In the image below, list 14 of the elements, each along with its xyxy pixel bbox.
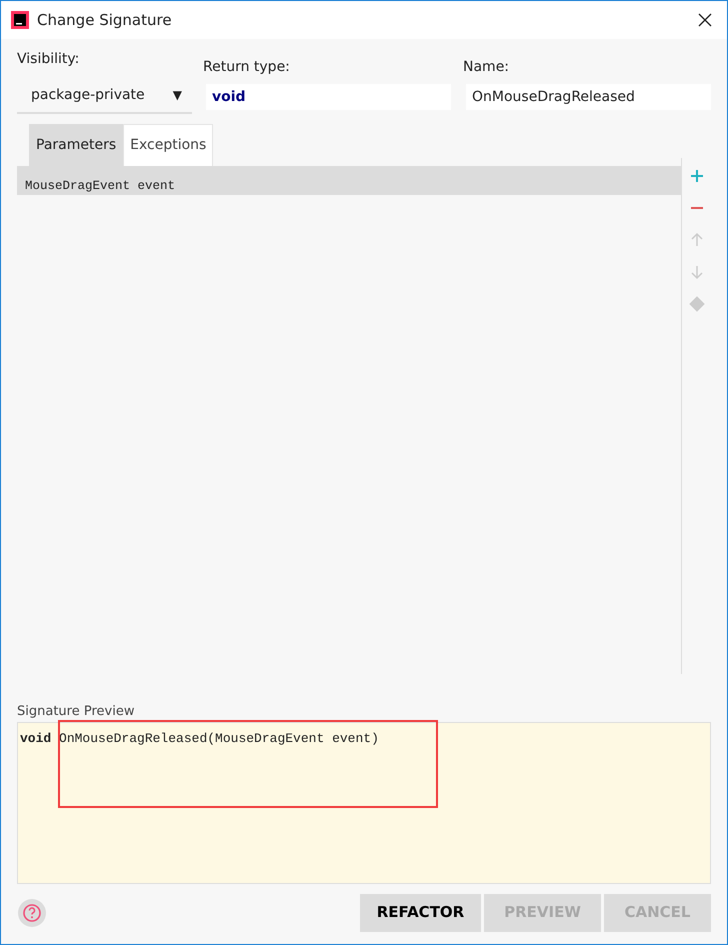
tab[interactable]: Parameters: [29, 124, 124, 166]
app-logo-icon: [11, 11, 29, 29]
refactor-button[interactable]: REFACTOR: [360, 894, 481, 932]
visibility-label: Visibility:: [17, 50, 80, 69]
return-type-label: Return type:: [203, 58, 290, 77]
window-title: Change Signature: [37, 10, 172, 31]
name-field[interactable]: OnMouseDragReleased: [466, 84, 711, 110]
help-icon[interactable]: [17, 898, 47, 928]
parameter-row[interactable]: MouseDragEvent event: [17, 174, 681, 195]
name-label: Name:: [463, 58, 510, 77]
signature-preview-text: void OnMouseDragReleased(MouseDragEvent event): [19, 730, 380, 748]
tab[interactable]: Exceptions: [123, 124, 214, 166]
return-type-field[interactable]: void: [206, 84, 451, 110]
signature-preview-label: Signature Preview: [17, 704, 134, 719]
